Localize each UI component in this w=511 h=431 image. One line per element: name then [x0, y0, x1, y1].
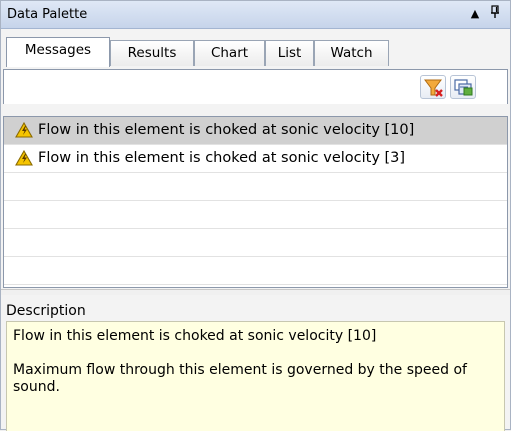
tab-results[interactable]: Results: [110, 40, 194, 66]
pin-icon[interactable]: [487, 5, 503, 23]
data-palette-panel: Data Palette ▲ Messages Results Chart Li…: [0, 0, 511, 431]
panel-title: Data Palette: [7, 7, 88, 22]
description-body: Maximum flow through this element is gov…: [13, 362, 467, 395]
messages-toolbar: [3, 70, 508, 104]
panel-menu-button[interactable]: ▲: [467, 5, 483, 23]
message-row[interactable]: Flow in this element is choked at sonic …: [4, 117, 507, 145]
warning-icon: [15, 122, 33, 138]
empty-row: [4, 173, 507, 201]
tab-divider: [3, 69, 508, 70]
empty-row: [4, 201, 507, 229]
panel-title-bar: Data Palette ▲: [1, 1, 510, 29]
message-text: Flow in this element is choked at sonic …: [38, 122, 415, 138]
empty-row: [4, 229, 507, 257]
tab-strip: Messages Results Chart List Watch: [1, 30, 510, 70]
empty-row: [4, 257, 507, 285]
tab-list[interactable]: List: [265, 40, 314, 66]
clear-filter-button[interactable]: [420, 75, 446, 99]
tab-messages[interactable]: Messages: [6, 37, 110, 67]
message-list: Flow in this element is choked at sonic …: [3, 116, 508, 288]
description-title: Flow in this element is choked at sonic …: [13, 328, 377, 344]
description-label: Description: [6, 303, 86, 319]
funnel-clear-icon: [424, 79, 443, 97]
export-icon: [454, 79, 473, 96]
export-button[interactable]: [450, 75, 476, 99]
message-row[interactable]: Flow in this element is choked at sonic …: [4, 145, 507, 173]
description-box: Flow in this element is choked at sonic …: [6, 321, 505, 431]
tab-watch[interactable]: Watch: [314, 40, 389, 66]
pane-splitter[interactable]: [1, 289, 510, 295]
message-text: Flow in this element is choked at sonic …: [38, 150, 406, 166]
tab-chart[interactable]: Chart: [194, 40, 265, 66]
warning-icon: [15, 150, 33, 166]
